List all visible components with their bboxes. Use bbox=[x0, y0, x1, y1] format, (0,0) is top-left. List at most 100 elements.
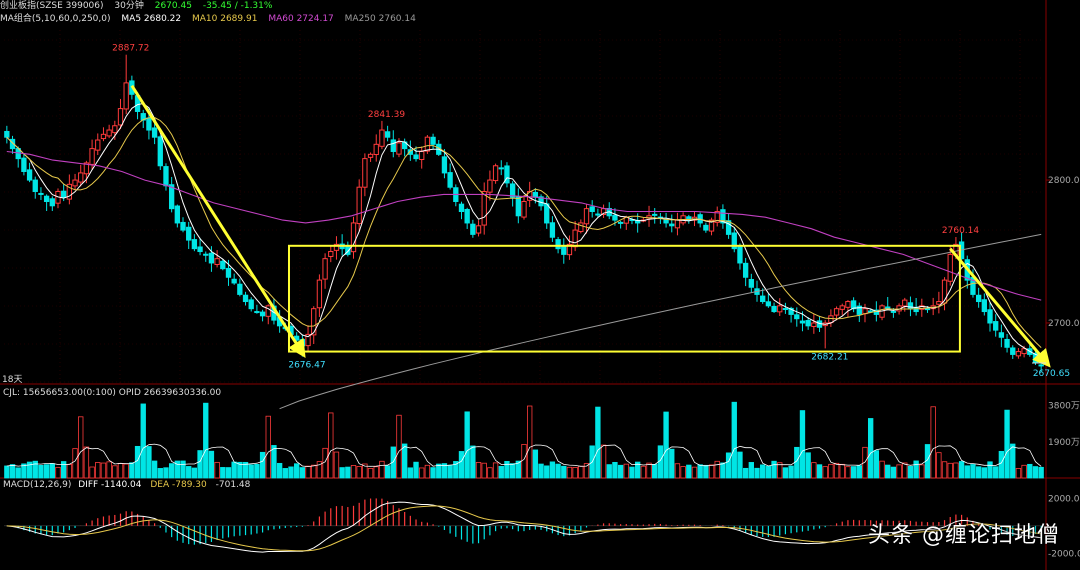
candle-body bbox=[254, 311, 260, 314]
candle-body bbox=[379, 129, 385, 147]
volume-bar bbox=[475, 462, 482, 479]
candle-body bbox=[424, 136, 431, 152]
candle-body bbox=[481, 190, 487, 226]
volume-bar bbox=[117, 463, 124, 479]
volume-bar bbox=[674, 463, 681, 479]
candle-body bbox=[947, 253, 953, 282]
volume-bar bbox=[157, 468, 163, 479]
volume-bar bbox=[652, 463, 658, 479]
volume-bar bbox=[902, 462, 908, 479]
volume-bar bbox=[856, 465, 862, 479]
volume-bar bbox=[1004, 409, 1010, 479]
volume-bar bbox=[527, 405, 533, 479]
volume-bar bbox=[214, 461, 220, 479]
volume-bar bbox=[419, 467, 425, 479]
candle-body bbox=[782, 308, 789, 311]
volume-bar bbox=[725, 452, 732, 479]
volume-bar bbox=[276, 462, 283, 479]
volume-bar bbox=[760, 464, 766, 479]
candle-body bbox=[89, 148, 95, 165]
volume-bar bbox=[600, 444, 607, 479]
candle-body bbox=[21, 157, 27, 172]
volume-bar bbox=[129, 462, 135, 479]
volume-bar bbox=[299, 467, 306, 479]
candle-body bbox=[231, 278, 237, 284]
volume-bar bbox=[225, 467, 232, 479]
volume-bar bbox=[549, 461, 556, 479]
volume-bar bbox=[998, 450, 1005, 479]
candle-body bbox=[151, 127, 158, 138]
volume-bar bbox=[458, 451, 465, 479]
volume-bar bbox=[737, 451, 743, 479]
volume-bar bbox=[805, 452, 811, 479]
candle-body bbox=[203, 253, 209, 256]
volume-bar bbox=[930, 406, 936, 479]
volume-bar bbox=[350, 465, 357, 479]
volume-bar bbox=[703, 464, 709, 479]
volume-bar bbox=[123, 463, 129, 479]
volume-bar bbox=[413, 461, 419, 479]
volume-bar bbox=[669, 448, 675, 479]
ma5-legend: MA5 2680.22 bbox=[121, 14, 182, 24]
candle-body bbox=[390, 139, 396, 152]
volume-bar bbox=[259, 451, 266, 479]
candle-body bbox=[180, 221, 186, 231]
volume-bar bbox=[49, 463, 55, 479]
volume-bar bbox=[55, 466, 61, 479]
volume-bar bbox=[168, 463, 175, 479]
volume-bar bbox=[822, 466, 828, 479]
candle-body bbox=[1015, 351, 1022, 357]
candle-body bbox=[248, 299, 254, 310]
volume-bar bbox=[186, 466, 192, 479]
candle-body bbox=[350, 222, 357, 253]
candle-body bbox=[811, 322, 817, 327]
volume-bar bbox=[220, 467, 226, 479]
volume-bar bbox=[311, 464, 317, 479]
candle-body bbox=[311, 308, 317, 336]
candle-body bbox=[549, 222, 556, 238]
candle-body bbox=[157, 136, 163, 167]
candle-body bbox=[356, 186, 362, 225]
volume-bar bbox=[328, 412, 334, 479]
candle-body bbox=[760, 295, 766, 303]
candle-body bbox=[492, 165, 499, 182]
candle-body bbox=[993, 321, 999, 331]
candle-body bbox=[322, 258, 328, 280]
candles bbox=[4, 54, 1044, 373]
volume-bar bbox=[964, 465, 970, 479]
volume-bar bbox=[254, 463, 260, 479]
candle-body bbox=[799, 320, 806, 324]
volume-bar bbox=[896, 464, 902, 479]
volume-bar bbox=[680, 466, 686, 479]
candle-body bbox=[396, 142, 402, 155]
volume-bar bbox=[623, 463, 629, 479]
candle-body bbox=[1021, 348, 1027, 355]
volume-bar bbox=[561, 465, 567, 479]
candle-body bbox=[981, 299, 987, 313]
period-label: 30分钟 bbox=[114, 1, 144, 11]
ma10-legend: MA10 2689.91 bbox=[192, 14, 258, 24]
candle-body bbox=[106, 129, 112, 137]
volume-bar bbox=[788, 465, 794, 479]
candle-body bbox=[78, 172, 84, 183]
candle-body bbox=[208, 252, 215, 264]
volume-bar bbox=[481, 462, 487, 479]
candle-body bbox=[265, 305, 271, 317]
candle-body bbox=[441, 156, 448, 174]
candle-body bbox=[464, 208, 470, 224]
volume-bar bbox=[867, 418, 874, 479]
candle-body bbox=[805, 320, 811, 327]
volume-bar bbox=[941, 461, 948, 479]
volume-bar bbox=[208, 450, 215, 479]
candle-body bbox=[430, 136, 436, 145]
volume-bar bbox=[771, 460, 777, 479]
volume-bar bbox=[203, 402, 209, 479]
volume-bar bbox=[885, 464, 891, 479]
candle-body bbox=[777, 305, 783, 313]
candle-body bbox=[532, 191, 539, 198]
volume-bar bbox=[356, 466, 362, 479]
volume-bar bbox=[794, 446, 800, 479]
macd-legend: MACD(12,26,9) DIFF -1140.04 DEA -789.30 … bbox=[3, 479, 258, 492]
candle-body bbox=[674, 219, 681, 229]
price-value: 2670.45 bbox=[154, 1, 192, 11]
